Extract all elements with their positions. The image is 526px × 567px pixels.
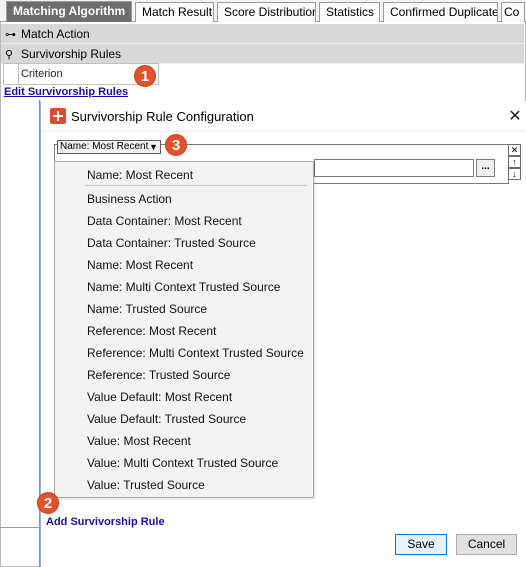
rule-type-value: Name: Most Recent <box>60 141 149 152</box>
rule-value-field[interactable] <box>314 159 474 177</box>
tab-match-result[interactable]: Match Result <box>135 2 214 22</box>
callout-marker-3: 3 <box>165 134 187 156</box>
criterion-header: Criterion <box>21 68 63 80</box>
dropdown-option[interactable]: Reference: Multi Context Trusted Source <box>55 342 313 364</box>
tree-label: Match Action <box>21 27 90 41</box>
dropdown-option[interactable]: Name: Trusted Source <box>55 298 313 320</box>
dropdown-option[interactable]: Value Default: Trusted Source <box>55 408 313 430</box>
dropdown-option[interactable]: Data Container: Most Recent <box>55 210 313 232</box>
tree-row-match-action[interactable]: ⊶ Match Action <box>1 24 524 44</box>
cancel-button[interactable]: Cancel <box>456 534 517 555</box>
close-icon[interactable]: ✕ <box>503 101 526 132</box>
move-up-icon[interactable]: ↑ <box>508 156 521 168</box>
dropdown-option[interactable]: Reference: Most Recent <box>55 320 313 342</box>
dropdown-option[interactable]: Name: Most Recent <box>55 254 313 276</box>
move-down-icon[interactable]: ↓ <box>508 168 521 180</box>
tree-row-survivorship-rules[interactable]: ⚲ Survivorship Rules <box>1 44 524 64</box>
edit-survivorship-rules-link[interactable]: Edit Survivorship Rules <box>4 86 128 98</box>
row-selector-cell[interactable] <box>4 64 19 84</box>
dialog-titlebar[interactable]: Survivorship Rule Configuration ✕ <box>41 101 526 132</box>
pin-icon: ⚲ <box>5 49 14 61</box>
rule-type-select[interactable]: Name: Most Recent ▼ <box>57 140 161 154</box>
tab-overflow[interactable]: Co <box>501 2 525 22</box>
dropdown-option[interactable]: Business Action <box>55 188 313 210</box>
remove-rule-icon[interactable]: ✕ <box>508 144 521 156</box>
dropdown-option[interactable]: Value: Most Recent <box>55 430 313 452</box>
dropdown-option[interactable]: Reference: Trusted Source <box>55 364 313 386</box>
rule-type-dropdown[interactable]: Name: Most Recent Business Action Data C… <box>54 161 314 498</box>
dropdown-option[interactable]: Name: Multi Context Trusted Source <box>55 276 313 298</box>
callout-marker-1: 1 <box>134 65 156 87</box>
dropdown-option[interactable]: Value Default: Most Recent <box>55 386 313 408</box>
dropdown-option[interactable]: Data Container: Trusted Source <box>55 232 313 254</box>
dropdown-current-value[interactable]: Name: Most Recent <box>55 164 313 186</box>
dropdown-option[interactable]: Value: Trusted Source <box>55 474 313 496</box>
tree-label: Survivorship Rules <box>21 47 122 61</box>
tab-statistics[interactable]: Statistics <box>319 2 380 22</box>
app-icon <box>50 108 66 124</box>
tab-matching-algorithm[interactable]: Matching Algorithm <box>6 1 132 22</box>
tab-strip: Matching Algorithm Match Result Score Di… <box>0 0 526 22</box>
chevron-down-icon: ▼ <box>149 142 158 152</box>
dropdown-option[interactable]: Value: Multi Context Trusted Source <box>55 452 313 474</box>
rule-controls: ✕ ↑ ↓ <box>508 144 522 180</box>
tab-score-distribution[interactable]: Score Distribution <box>217 2 316 22</box>
dialog-title: Survivorship Rule Configuration <box>71 109 254 124</box>
divider <box>0 527 40 528</box>
save-button[interactable]: Save <box>395 534 447 555</box>
tab-confirmed-duplicates[interactable]: Confirmed Duplicates <box>383 2 498 22</box>
add-survivorship-rule-link[interactable]: Add Survivorship Rule <box>46 516 165 528</box>
browse-button[interactable]: ... <box>476 159 495 177</box>
key-icon: ⊶ <box>5 29 16 41</box>
dropdown-separator <box>85 185 307 186</box>
callout-marker-2: 2 <box>37 492 59 514</box>
